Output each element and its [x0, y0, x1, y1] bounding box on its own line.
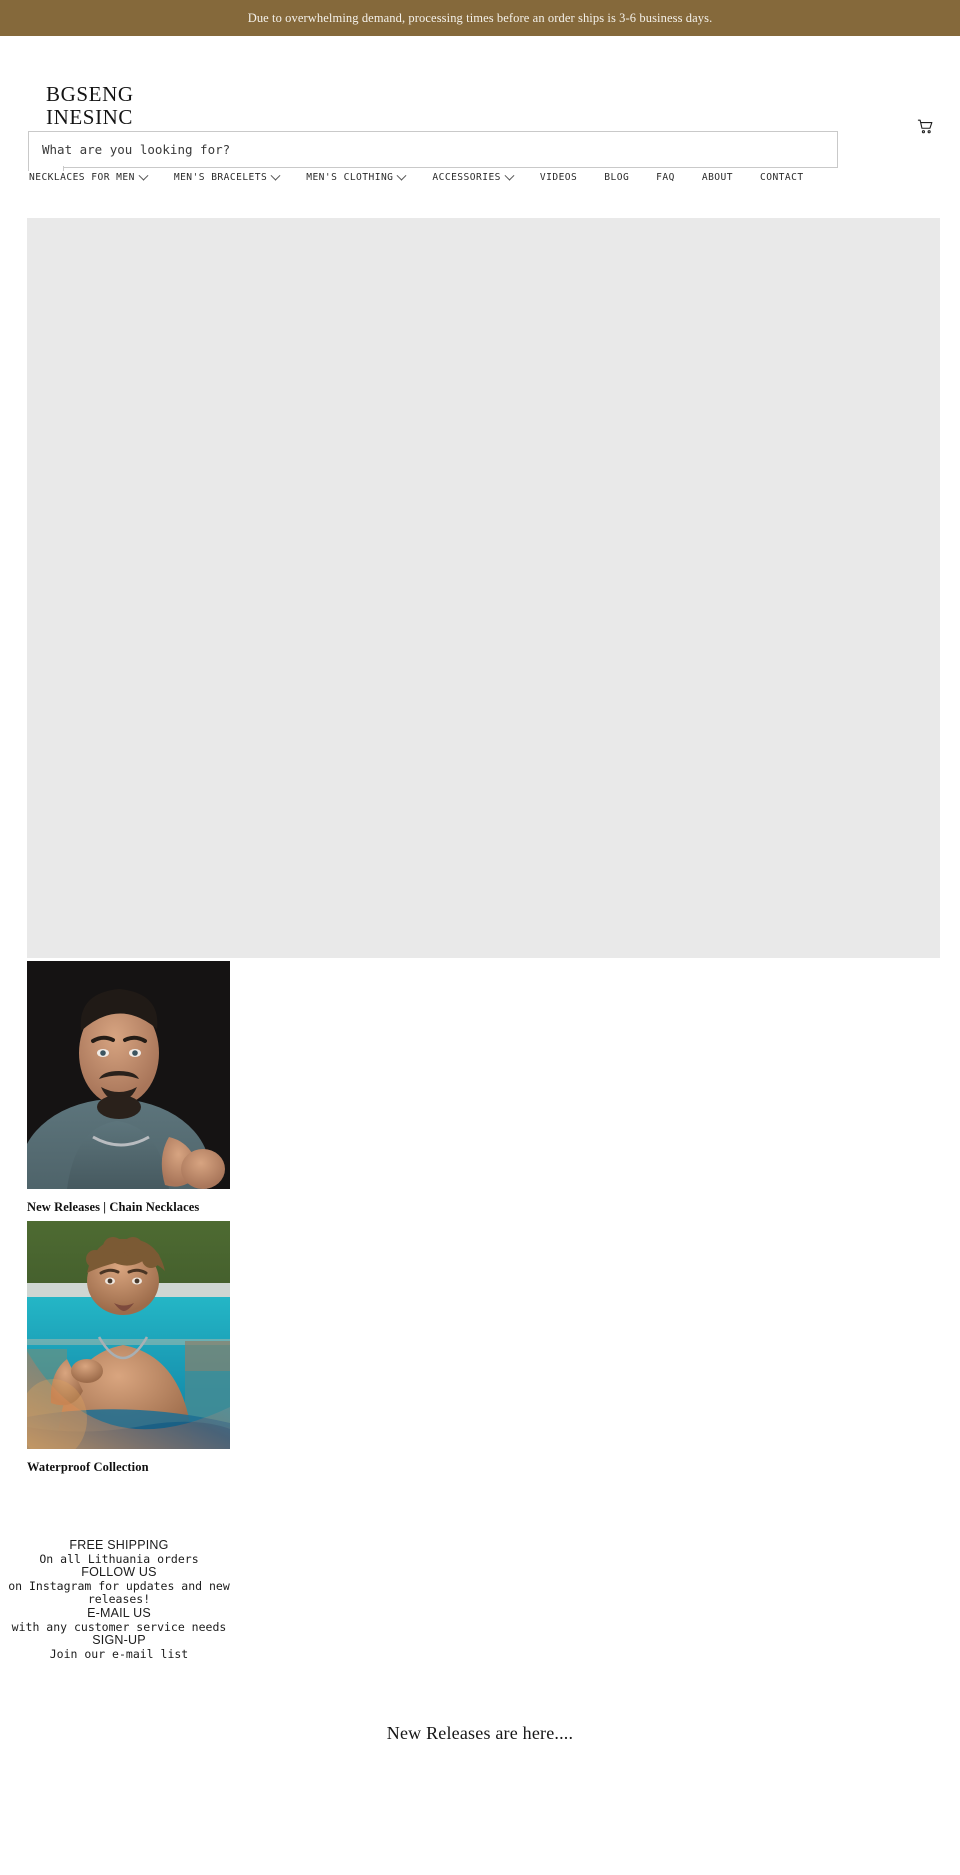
main-navigation: NECKLACES FOR MEN MEN'S BRACELETS MEN'S …	[0, 170, 960, 201]
nav-item-blog[interactable]: BLOG	[604, 171, 642, 185]
info-block-free-shipping: FREE SHIPPING On all Lithuania orders	[0, 1538, 238, 1566]
nav-item-accessories[interactable]: ACCESSORIES	[432, 170, 526, 185]
nav-item-mens-bracelets[interactable]: MEN'S BRACELETS	[173, 170, 292, 185]
nav-item-label: MEN'S CLOTHING	[306, 172, 394, 183]
info-heading: FREE SHIPPING	[69, 1538, 169, 1552]
info-body: with any customer service needs	[11, 1619, 227, 1634]
collection-image-new-releases[interactable]	[27, 961, 230, 1189]
chevron-down-icon	[270, 170, 281, 181]
nav-item-label: MEN'S BRACELETS	[173, 172, 268, 183]
cart-button[interactable]	[912, 115, 938, 141]
nav-item-label: ABOUT	[701, 172, 733, 183]
collection-list: New Releases | Chain Necklaces Waterproo…	[0, 958, 960, 1475]
info-heading: SIGN-UP	[92, 1633, 146, 1648]
info-block-sign-up: SIGN-UP Join our e-mail list	[0, 1634, 238, 1661]
search-input[interactable]	[28, 131, 838, 168]
collection-card: Waterproof Collection	[27, 1221, 960, 1475]
info-block-follow-us: FOLLOW US on Instagram for updates and n…	[0, 1566, 238, 1607]
info-heading: FOLLOW US	[81, 1565, 157, 1580]
nav-item-label: FAQ	[656, 172, 675, 183]
announcement-bar: Due to overwhelming demand, processing t…	[0, 0, 960, 36]
chevron-down-icon	[138, 170, 149, 181]
collection-card: New Releases | Chain Necklaces	[27, 961, 960, 1215]
chevron-down-icon	[396, 170, 407, 181]
info-body: Join our e-mail list	[49, 1646, 189, 1661]
info-block-email-us: E-MAIL US with any customer service need…	[0, 1605, 238, 1634]
nav-item-contact[interactable]: CONTACT	[760, 171, 817, 185]
nav-item-about[interactable]: ABOUT	[702, 171, 746, 185]
shopping-cart-icon	[916, 117, 935, 139]
collection-title[interactable]: New Releases | Chain Necklaces	[27, 1189, 960, 1215]
announcement-text: Due to overwhelming demand, processing t…	[247, 10, 713, 25]
nav-item-label: CONTACT	[760, 172, 804, 183]
nav-item-label: NECKLACES FOR MEN	[29, 172, 135, 183]
info-heading: E-MAIL US	[87, 1605, 151, 1620]
site-header: BGSENG INESINC EUR	[0, 36, 960, 196]
page-root: Due to overwhelming demand, processing t…	[0, 0, 960, 1875]
search-form	[28, 131, 838, 168]
nav-item-label: BLOG	[604, 172, 630, 183]
site-logo[interactable]: BGSENG INESINC	[46, 83, 196, 128]
nav-item-mens-clothing[interactable]: MEN'S CLOTHING	[306, 170, 418, 185]
collection-image-waterproof[interactable]	[27, 1221, 230, 1449]
logo-line-2: INESINC	[46, 104, 134, 129]
nav-item-faq[interactable]: FAQ	[656, 171, 688, 185]
nav-item-videos[interactable]: VIDEOS	[540, 171, 590, 185]
nav-item-label: VIDEOS	[539, 172, 578, 183]
bottom-section-heading: New Releases are here....	[386, 1723, 574, 1744]
chevron-down-icon	[504, 170, 515, 181]
info-blocks: FREE SHIPPING On all Lithuania orders FO…	[0, 1481, 238, 1661]
nav-item-necklaces-for-men[interactable]: NECKLACES FOR MEN	[29, 170, 160, 185]
nav-item-label: ACCESSORIES	[432, 172, 501, 183]
info-body: on Instagram for updates and new release…	[8, 1578, 230, 1607]
hero-banner[interactable]	[27, 218, 940, 958]
info-body: On all Lithuania orders	[39, 1551, 199, 1566]
logo-line-1: BGSENG	[46, 82, 134, 106]
collection-title[interactable]: Waterproof Collection	[27, 1449, 960, 1475]
